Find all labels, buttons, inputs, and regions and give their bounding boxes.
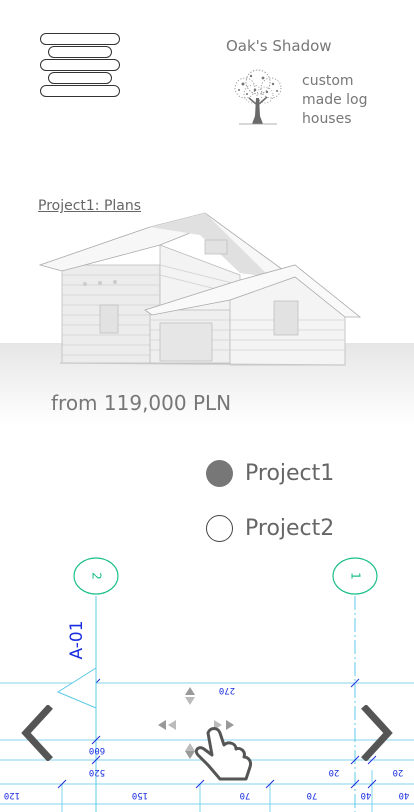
dimension-label: 70 xyxy=(240,790,251,800)
dimension-label: 40 xyxy=(361,790,372,800)
tagline-line: made log xyxy=(302,92,368,108)
project2-option[interactable]: Project2 xyxy=(206,515,334,542)
dimension-label: 40 xyxy=(399,790,410,800)
hand-pan-icon xyxy=(158,687,252,781)
section-label: A-01 xyxy=(67,620,87,659)
project1-label: Project1 xyxy=(245,461,335,486)
project-plans-link[interactable]: Project1: Plans xyxy=(38,198,141,214)
dimension-label: 600 xyxy=(89,745,105,755)
radio-selected-icon[interactable] xyxy=(206,460,233,487)
dimension-label: 520 xyxy=(89,767,105,777)
axis-label: 1 xyxy=(349,572,363,580)
brand-name: Oak's Shadow xyxy=(226,37,332,55)
menu-button[interactable] xyxy=(38,33,122,101)
tagline-line: custom xyxy=(302,73,354,89)
menu-bar xyxy=(48,72,112,84)
project2-label: Project2 xyxy=(245,516,335,541)
price-label: from 119,000 PLN xyxy=(51,391,232,415)
tagline-line: houses xyxy=(302,111,352,127)
menu-bar xyxy=(40,85,120,97)
menu-bar xyxy=(40,59,120,71)
section-arrow xyxy=(56,667,97,709)
radio-unselected-icon[interactable] xyxy=(206,515,233,542)
project1-option[interactable]: Project1 xyxy=(206,460,334,487)
dimension-label: 120 xyxy=(4,790,20,800)
oak-tree-icon xyxy=(234,69,282,125)
menu-bar xyxy=(40,33,120,45)
dimension-label: 150 xyxy=(132,790,148,800)
chevron-right-icon[interactable] xyxy=(360,705,396,761)
chevron-left-icon[interactable] xyxy=(18,705,54,761)
dimension-label: 20 xyxy=(393,767,404,777)
dimension-label: 20 xyxy=(329,767,340,777)
axis-label: 2 xyxy=(90,572,104,580)
menu-bar xyxy=(48,46,112,58)
dimension-label: 70 xyxy=(307,790,318,800)
tagline: custom made log houses xyxy=(302,72,368,129)
